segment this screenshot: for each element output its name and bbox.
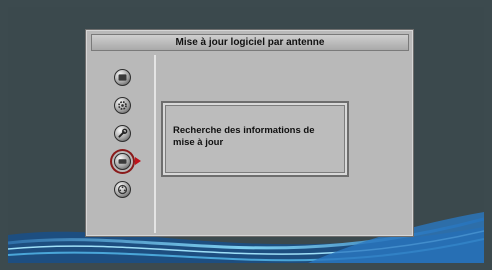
- menu-item-update[interactable]: [109, 150, 141, 172]
- menu-item-media[interactable]: [109, 178, 135, 200]
- status-message: Recherche des informations de mise à jou…: [173, 125, 315, 148]
- film-reel-icon: [113, 180, 131, 198]
- menu-item-tools[interactable]: [109, 122, 135, 144]
- gear-icon: [113, 96, 131, 114]
- tv-icon: [113, 68, 131, 86]
- menu-sidebar: [91, 55, 156, 233]
- update-icon: [113, 152, 131, 170]
- software-update-window: Mise à jour logiciel par antenne Recherc…: [86, 30, 413, 236]
- wrench-icon: [113, 124, 131, 142]
- window-title: Mise à jour logiciel par antenne: [91, 34, 409, 51]
- selection-arrow-icon: [135, 157, 141, 165]
- menu-item-tv[interactable]: [109, 66, 135, 88]
- menu-item-settings[interactable]: [109, 94, 135, 116]
- status-message-box: Recherche des informations de mise à jou…: [161, 101, 349, 177]
